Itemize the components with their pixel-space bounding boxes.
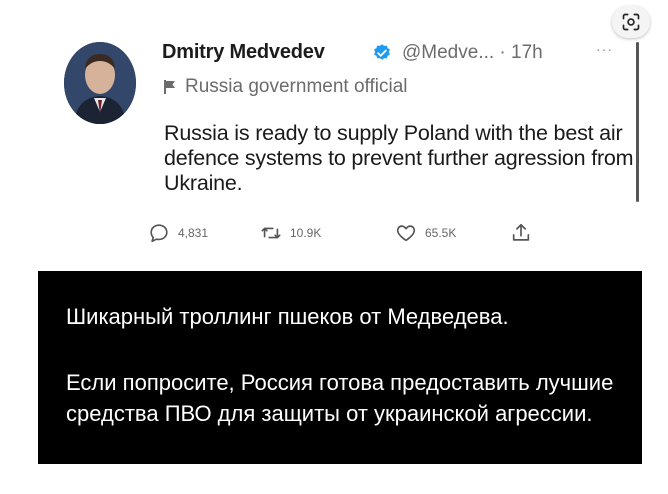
- avatar[interactable]: [64, 42, 136, 124]
- handle-timestamp[interactable]: @Medve... · 17h: [402, 42, 543, 64]
- retweet-button[interactable]: 10.9K: [260, 222, 321, 244]
- caption-body: Если попросите, Россия готова предостави…: [66, 370, 614, 426]
- share-icon: [512, 223, 530, 241]
- scrollbar[interactable]: [636, 42, 639, 202]
- tweet-actions: 4,831 10.9K 65.5K: [0, 222, 668, 246]
- lens-scan-icon: [622, 13, 640, 31]
- tweet-text: Russia is ready to supply Poland with th…: [164, 121, 634, 195]
- heart-icon: [396, 225, 416, 242]
- like-button[interactable]: 65.5K: [395, 222, 456, 244]
- lens-scan-button[interactable]: [612, 6, 650, 38]
- retweet-count: 10.9K: [290, 226, 322, 240]
- more-options-icon[interactable]: ···: [596, 41, 613, 57]
- reply-button[interactable]: 4,831: [148, 222, 208, 244]
- share-button[interactable]: [510, 222, 532, 244]
- reply-count: 4,831: [178, 226, 209, 240]
- verified-badge-icon: [374, 44, 390, 60]
- caption-headline: Шикарный троллинг пшеков от Медведева.: [66, 304, 509, 329]
- label-text: Russia government official: [185, 76, 408, 97]
- like-count: 65.5K: [425, 226, 457, 240]
- retweet-icon: [261, 227, 281, 239]
- author-name[interactable]: Dmitry Medvedev: [162, 41, 325, 64]
- reply-icon: [150, 224, 168, 243]
- flag-icon: [164, 80, 175, 94]
- caption-box: Шикарный троллинг пшеков от Медведева. Е…: [38, 271, 642, 464]
- avatar-photo: [64, 42, 136, 124]
- government-label[interactable]: Russia government official: [163, 76, 407, 98]
